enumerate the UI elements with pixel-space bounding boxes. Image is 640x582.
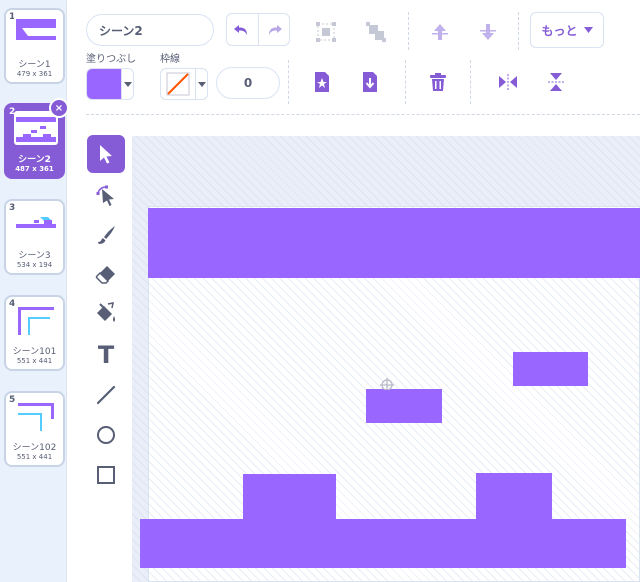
ungroup-button[interactable]: [362, 18, 390, 46]
costume-item-1[interactable]: 1 シーン1 479 x 361: [4, 8, 65, 84]
costume-size: 534 x 194: [16, 261, 53, 269]
rectangle-icon: [97, 466, 115, 484]
costume-size: 487 x 361: [15, 165, 54, 173]
ungroup-icon: [366, 22, 386, 42]
fill-tool[interactable]: [87, 295, 125, 333]
circle-icon: [97, 426, 115, 444]
group-button[interactable]: [312, 18, 340, 46]
outline-label: 枠線: [160, 54, 180, 65]
select-icon: [100, 145, 112, 164]
costume-thumbnail: [14, 207, 58, 241]
fill-color-swatch: [87, 69, 121, 99]
undo-icon: [234, 24, 248, 35]
costume-thumbnail: [14, 111, 58, 145]
costume-item-3[interactable]: 3 シーン3 534 x 194: [4, 199, 65, 275]
flip-horizontal-icon: [499, 74, 517, 90]
costume-size: 551 x 441: [16, 357, 53, 365]
eraser-tool[interactable]: [87, 255, 125, 293]
line-tool[interactable]: [87, 376, 125, 414]
costume-name: シーン101: [12, 347, 57, 357]
redo-button[interactable]: [259, 14, 290, 45]
copy-button[interactable]: [358, 68, 382, 96]
rectangle-tool[interactable]: [87, 456, 125, 494]
paste-icon: [315, 72, 329, 92]
flip-horizontal-button[interactable]: [494, 68, 522, 96]
toolbar-divider: [470, 60, 471, 104]
costume-name: シーン3: [18, 251, 51, 261]
undo-redo-group: [226, 13, 290, 46]
rotation-center-icon: [380, 378, 394, 390]
costume-size: 479 x 361: [16, 70, 53, 78]
outline-none-swatch: [161, 69, 195, 99]
select-tool[interactable]: [87, 135, 125, 173]
flip-vertical-button[interactable]: [542, 68, 570, 96]
costume-thumbnail: [14, 399, 58, 433]
reshape-tool[interactable]: [87, 176, 125, 214]
toolbar-divider: [518, 12, 519, 50]
toolbar-divider: [408, 12, 409, 50]
forward-button[interactable]: [426, 18, 454, 46]
redo-icon: [268, 24, 282, 35]
trash-icon: [430, 73, 446, 91]
line-icon: [96, 385, 116, 405]
costume-name: シーン2: [18, 155, 51, 165]
costume-size: 551 x 441: [16, 453, 53, 461]
outline-width-input[interactable]: [216, 67, 280, 99]
backward-button[interactable]: [474, 18, 502, 46]
costume-item-4[interactable]: 4 シーン101 551 x 441: [4, 295, 65, 371]
circle-tool[interactable]: [87, 416, 125, 454]
step-block[interactable]: [243, 474, 336, 520]
outline-color-button[interactable]: [160, 68, 208, 100]
undo-button[interactable]: [227, 14, 259, 45]
brush-icon: [98, 226, 115, 244]
brush-tool[interactable]: [87, 216, 125, 254]
fill-color-button[interactable]: [86, 68, 134, 100]
costume-item-5[interactable]: 5 シーン102 551 x 441: [4, 391, 65, 467]
fill-label: 塗りつぶし: [86, 54, 137, 65]
costume-name-input[interactable]: [86, 14, 214, 46]
platform-block[interactable]: [513, 352, 588, 386]
caret-down-icon: [583, 27, 593, 33]
text-icon: T: [97, 341, 115, 369]
caret-down-icon: [121, 69, 133, 99]
floor-block[interactable]: [140, 519, 626, 568]
text-tool[interactable]: T: [87, 336, 125, 374]
fill-icon: [97, 302, 115, 322]
platform-block[interactable]: [366, 389, 442, 423]
step-block[interactable]: [476, 473, 552, 520]
ceiling-block[interactable]: [148, 208, 640, 278]
eraser-icon: [95, 266, 115, 284]
more-label: もっと: [541, 23, 578, 38]
paint-canvas[interactable]: [132, 136, 640, 582]
costume-thumbnail: [14, 303, 58, 337]
reshape-icon: [96, 185, 114, 206]
costume-list: 1 シーン1 479 x 361 2 シーン2 487 x 361 × 3 シー…: [0, 0, 69, 582]
group-icon: [316, 22, 336, 42]
costume-name: シーン102: [12, 443, 57, 453]
costume-thumbnail: [14, 16, 58, 50]
paste-button[interactable]: [310, 68, 334, 96]
delete-button[interactable]: [425, 68, 451, 96]
flip-vertical-icon: [548, 73, 564, 91]
toolbar-divider: [288, 60, 289, 104]
caret-down-icon: [195, 69, 207, 99]
costume-item-2[interactable]: 2 シーン2 487 x 361 ×: [4, 98, 69, 179]
toolbar-divider: [86, 114, 640, 115]
toolbar-divider: [405, 60, 406, 104]
more-button[interactable]: もっと: [530, 12, 604, 48]
copy-icon: [363, 72, 377, 92]
costume-name: シーン1: [18, 60, 51, 70]
delete-costume-icon[interactable]: ×: [49, 98, 69, 118]
arrow-up-icon: [432, 24, 448, 40]
arrow-down-icon: [480, 24, 496, 40]
